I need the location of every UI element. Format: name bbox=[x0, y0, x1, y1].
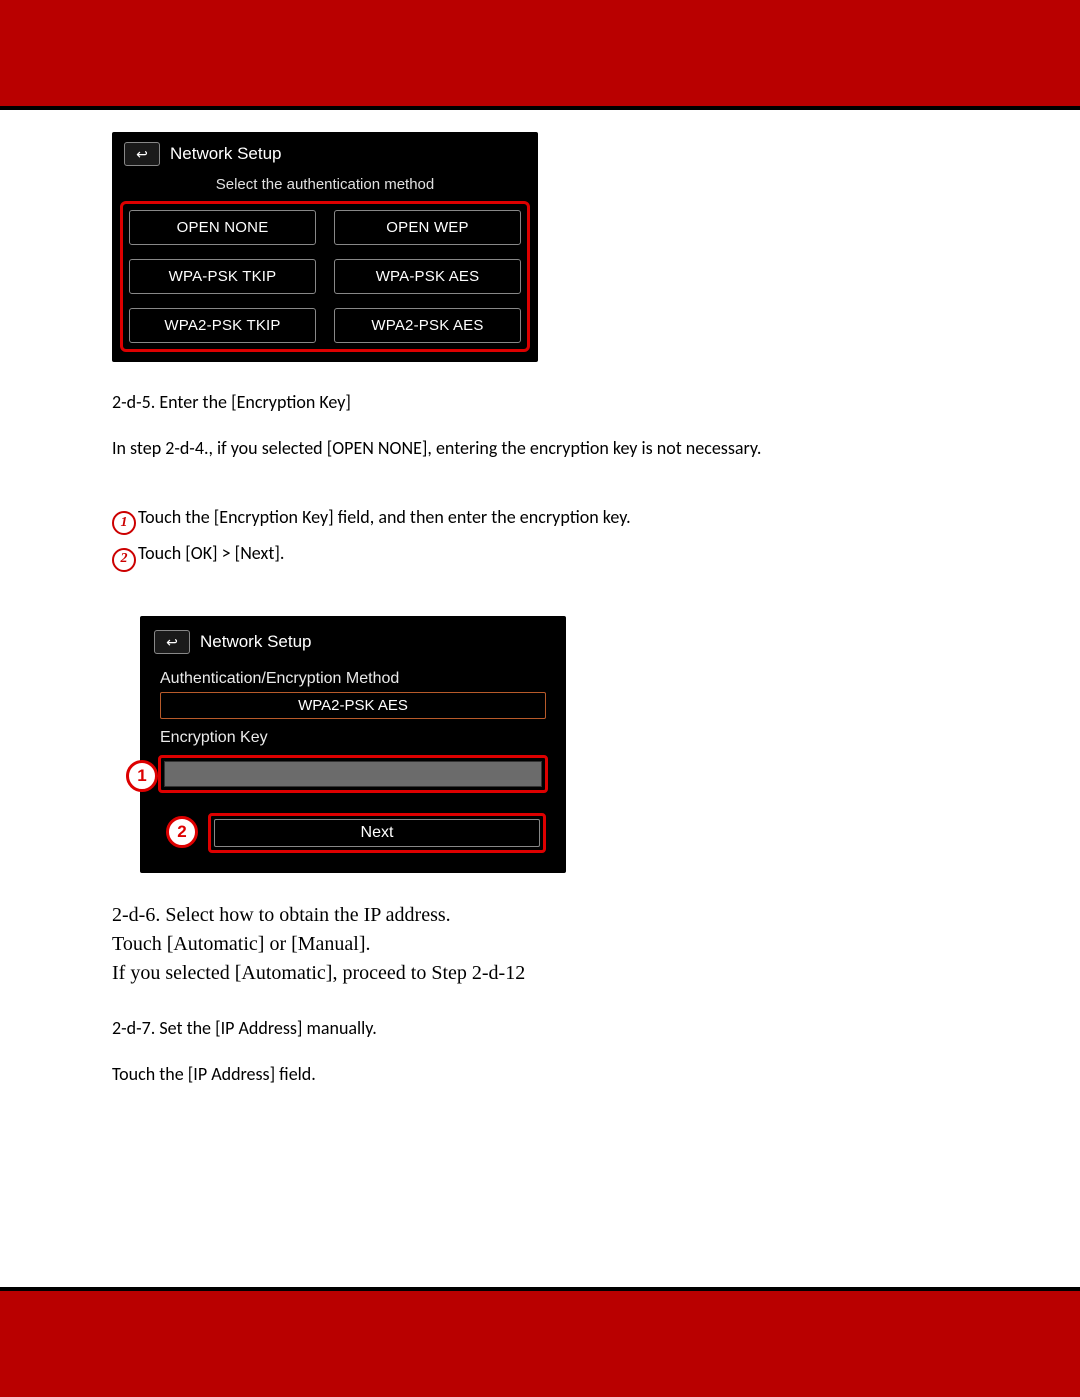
auth-method-value[interactable]: WPA2-PSK AES bbox=[160, 692, 546, 719]
auth-button-grid: OPEN NONE OPEN WEP WPA-PSK TKIP WPA-PSK … bbox=[129, 210, 521, 343]
header-divider bbox=[0, 106, 1080, 110]
back-icon[interactable]: ↩ bbox=[124, 142, 160, 166]
next-row: 2 Next bbox=[202, 813, 552, 853]
circled-two-icon: 2 bbox=[112, 548, 136, 572]
screenshot-encryption-key-wrap: ↩ Network Setup Authentication/Encryptio… bbox=[130, 616, 560, 873]
auth-option-open-none[interactable]: OPEN NONE bbox=[129, 210, 316, 245]
encryption-key-input[interactable] bbox=[164, 761, 542, 787]
step-2d6-block: 2-d-6. Select how to obtain the IP addre… bbox=[112, 901, 968, 988]
step-2d6-line1: 2-d-6. Select how to obtain the IP addre… bbox=[112, 901, 968, 930]
next-button[interactable]: Next bbox=[214, 819, 540, 847]
screenshot-auth-method: ↩ Network Setup Select the authenticatio… bbox=[112, 132, 538, 362]
step-2d7-note: Touch the [IP Address] field. bbox=[112, 1062, 968, 1086]
auth-highlight-frame: OPEN NONE OPEN WEP WPA-PSK TKIP WPA-PSK … bbox=[120, 201, 530, 352]
screenshot-encryption-key: ↩ Network Setup Authentication/Encryptio… bbox=[140, 616, 566, 873]
step-2d6-line2: Touch [Automatic] or [Manual]. bbox=[112, 930, 968, 959]
back-icon[interactable]: ↩ bbox=[154, 630, 190, 654]
callout-marker-2: 2 bbox=[166, 816, 198, 848]
instruction-2-text: Touch [OK] > [Next]. bbox=[138, 542, 284, 564]
auth-option-wpa-aes[interactable]: WPA-PSK AES bbox=[334, 259, 521, 294]
screenshot1-header: ↩ Network Setup bbox=[120, 138, 530, 174]
auth-option-wpa-tkip[interactable]: WPA-PSK TKIP bbox=[129, 259, 316, 294]
instruction-line-2: 2Touch [OK] > [Next]. bbox=[112, 541, 968, 571]
screenshot2-header: ↩ Network Setup bbox=[154, 626, 552, 662]
auth-option-wpa2-aes[interactable]: WPA2-PSK AES bbox=[334, 308, 521, 343]
header-band bbox=[0, 0, 1080, 106]
screenshot1-subtitle: Select the authentication method bbox=[120, 176, 530, 193]
circled-one-icon: 1 bbox=[112, 511, 136, 535]
screenshot2-title: Network Setup bbox=[200, 632, 312, 652]
step-2d5-heading: 2-d-5. Enter the [Encryption Key] bbox=[112, 390, 968, 414]
screenshot1-title: Network Setup bbox=[170, 144, 282, 164]
callout-marker-1: 1 bbox=[126, 760, 158, 792]
instruction-line-1: 1Touch the [Encryption Key] field, and t… bbox=[112, 505, 968, 535]
encryption-key-label: Encryption Key bbox=[160, 729, 546, 747]
footer-band bbox=[0, 1291, 1080, 1397]
next-highlight: Next bbox=[208, 813, 546, 853]
encryption-key-highlight bbox=[158, 755, 548, 793]
auth-method-label: Authentication/Encryption Method bbox=[160, 670, 546, 688]
instruction-1-text: Touch the [Encryption Key] field, and th… bbox=[138, 506, 631, 528]
content-area: ↩ Network Setup Select the authenticatio… bbox=[112, 132, 968, 1086]
auth-option-wpa2-tkip[interactable]: WPA2-PSK TKIP bbox=[129, 308, 316, 343]
auth-option-open-wep[interactable]: OPEN WEP bbox=[334, 210, 521, 245]
encryption-key-row: 1 bbox=[154, 755, 552, 793]
step-2d5-note: In step 2-d-4., if you selected [OPEN NO… bbox=[112, 436, 968, 460]
step-2d6-line3: If you selected [Automatic], proceed to … bbox=[112, 959, 968, 988]
step-2d7-heading: 2-d-7. Set the [IP Address] manually. bbox=[112, 1016, 968, 1040]
